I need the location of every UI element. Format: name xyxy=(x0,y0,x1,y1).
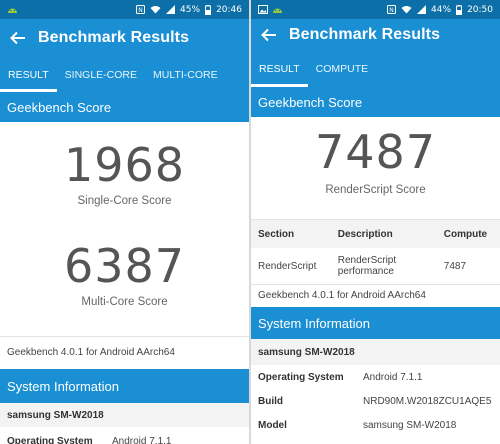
single-core-label: Single-Core Score xyxy=(77,195,172,207)
tab-multi-core[interactable]: MULTI-CORE xyxy=(145,57,226,92)
signal-icon xyxy=(417,5,427,14)
status-time: 20:46 xyxy=(216,4,242,15)
back-arrow-icon[interactable] xyxy=(8,28,28,48)
geekbench-score-header: Geekbench Score xyxy=(0,92,249,122)
battery-percent: 44% xyxy=(431,4,452,15)
tab-bar: RESULT COMPUTE xyxy=(251,51,500,87)
platform-text: Geekbench 4.0.1 for Android AArch64 xyxy=(251,284,500,307)
system-info-header: System Information xyxy=(0,369,249,403)
model-value: samsung SM-W2018 xyxy=(363,419,457,431)
right-screen: N 44% 20:50 Benchmark Results RESULT COM… xyxy=(251,0,500,444)
battery-icon xyxy=(456,4,463,15)
android-icon xyxy=(7,5,18,14)
model-row: Model samsung SM-W2018 xyxy=(251,413,500,437)
cell-description: RenderScript performance xyxy=(337,255,397,277)
left-screen: N 45% 20:46 Benchmark Results RESULT SIN… xyxy=(0,0,249,444)
os-label: Operating System xyxy=(7,435,93,444)
tab-result[interactable]: RESULT xyxy=(251,51,308,87)
geekbench-score-header: Geekbench Score xyxy=(251,87,500,117)
status-bar: N 45% 20:46 xyxy=(0,0,249,19)
os-value: Android 7.1.1 xyxy=(112,435,172,444)
single-core-score: 1968 xyxy=(63,138,186,192)
tab-compute[interactable]: COMPUTE xyxy=(308,51,377,87)
col-compute: Compute xyxy=(436,220,500,248)
wifi-icon xyxy=(401,5,412,14)
col-description: Description xyxy=(330,220,437,248)
system-info-header: System Information xyxy=(251,307,500,339)
device-name: samsung SM-W2018 xyxy=(0,403,249,427)
build-value: NRD90M.W2018ZCU1AQE5 xyxy=(363,395,492,407)
table-header-row: Section Description Compute xyxy=(251,220,500,248)
cell-section: RenderScript xyxy=(258,260,317,272)
nfc-icon: N xyxy=(387,5,397,14)
page-title: Benchmark Results xyxy=(289,26,441,43)
os-value: Android 7.1.1 xyxy=(363,371,423,383)
compute-table: Section Description Compute RenderScript… xyxy=(251,220,500,284)
status-time: 20:50 xyxy=(467,4,493,15)
app-bar: Benchmark Results xyxy=(0,19,249,57)
os-label: Operating System xyxy=(258,371,344,383)
image-icon xyxy=(258,5,268,14)
tab-result[interactable]: RESULT xyxy=(0,57,57,92)
battery-icon xyxy=(205,4,212,15)
device-name: samsung SM-W2018 xyxy=(251,339,500,365)
build-row: Build NRD90M.W2018ZCU1AQE5 xyxy=(251,389,500,413)
multi-core-label: Multi-Core Score xyxy=(81,296,168,308)
nfc-icon: N xyxy=(136,5,146,14)
tab-bar: RESULT SINGLE-CORE MULTI-CORE xyxy=(0,57,249,92)
model-label: Model xyxy=(258,419,287,431)
svg-text:N: N xyxy=(389,7,394,14)
status-bar: N 44% 20:50 xyxy=(251,0,500,19)
back-arrow-icon[interactable] xyxy=(259,25,279,45)
renderscript-score: 7487 xyxy=(314,125,437,179)
multi-core-score: 6387 xyxy=(63,239,186,293)
app-bar: Benchmark Results xyxy=(251,19,500,51)
wifi-icon xyxy=(150,5,161,14)
platform-text: Geekbench 4.0.1 for Android AArch64 xyxy=(7,347,175,358)
os-row: Operating System Android 7.1.1 xyxy=(0,427,249,444)
battery-percent: 45% xyxy=(180,4,201,15)
cell-compute: 7487 xyxy=(443,260,467,272)
table-row: RenderScript RenderScript performance 74… xyxy=(251,248,500,284)
signal-icon xyxy=(166,5,176,14)
renderscript-label: RenderScript Score xyxy=(325,184,426,196)
col-section: Section xyxy=(251,220,331,248)
svg-text:N: N xyxy=(138,7,143,14)
os-row: Operating System Android 7.1.1 xyxy=(251,365,500,389)
tab-single-core[interactable]: SINGLE-CORE xyxy=(57,57,145,92)
page-title: Benchmark Results xyxy=(38,29,190,46)
android-icon xyxy=(272,5,283,14)
build-label: Build xyxy=(258,395,283,407)
